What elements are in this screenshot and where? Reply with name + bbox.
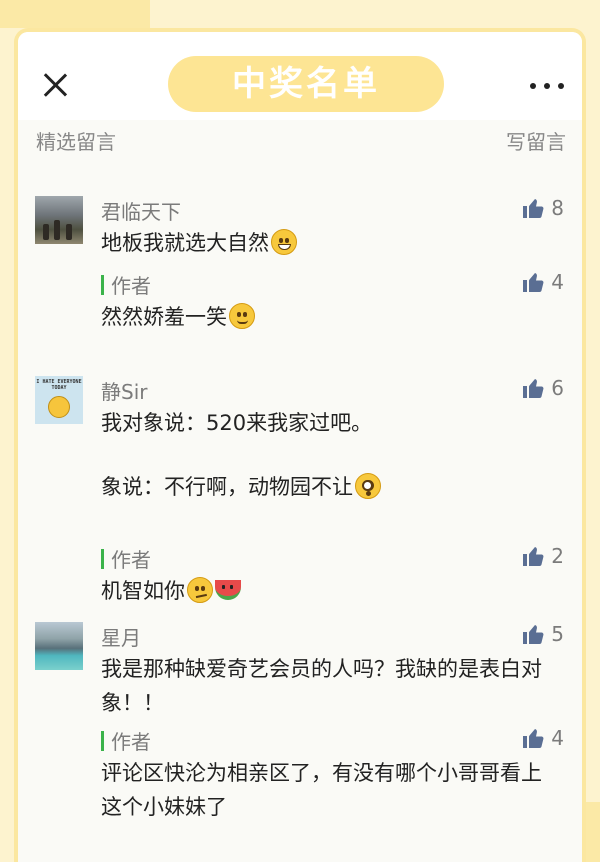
decorative-corner [0, 0, 150, 28]
reply-text-content: 机智如你 [101, 579, 185, 603]
comment-text: 地板我就选大自然 [101, 226, 561, 260]
avatar-caption: I HATE EVERYONE TODAY [36, 379, 82, 391]
thumbs-up-icon [523, 625, 544, 644]
avatar[interactable]: I HATE EVERYONE TODAY [35, 376, 83, 424]
reply-indicator-bar [101, 730, 104, 751]
author-reply-header: 作者 [101, 544, 151, 573]
comment-item: I HATE EVERYONE TODAY 静Sir 6 我对象说：520来我家… [18, 376, 582, 626]
reply-indicator-bar [101, 274, 104, 295]
like-count: 2 [551, 544, 564, 568]
thumbs-up-icon [523, 547, 544, 566]
avatar[interactable] [35, 622, 83, 670]
thumbs-up-icon [523, 199, 544, 218]
like-count: 6 [551, 376, 564, 400]
write-comment-link[interactable]: 写留言 [506, 126, 566, 155]
author-reply-header: 作者 [101, 270, 151, 299]
reply-indicator-bar [101, 548, 104, 569]
reply-text: 机智如你 [101, 574, 561, 608]
comment-text: 我是那种缺爱奇艺会员的人吗？我缺的是表白对象！！ [101, 657, 542, 715]
comment-author: 星月 [101, 626, 141, 650]
more-options-icon[interactable] [530, 82, 564, 90]
page-title: 中奖名单 [168, 56, 444, 112]
comment-item: 星月 5 我是那种缺爱奇艺会员的人吗？我缺的是表白对象！！ 作者 4 评论区快沦… [18, 622, 582, 862]
reply-author-label: 作者 [111, 730, 151, 754]
author-reply-header: 作者 [101, 726, 151, 755]
like-count: 4 [551, 270, 564, 294]
like-count: 8 [551, 196, 564, 220]
like-button[interactable]: 8 [521, 196, 564, 220]
reply-text: 评论区快沦为相亲区了，有没有哪个小哥哥看上这个小妹妹了 [101, 761, 542, 819]
like-button[interactable]: 6 [521, 376, 564, 400]
comment-text-content: 地板我就选大自然 [101, 231, 269, 255]
reply-text-content: 然然娇羞一笑 [101, 305, 227, 329]
close-icon[interactable] [40, 70, 70, 100]
grin-emoji-icon [271, 229, 297, 255]
like-button[interactable]: 2 [521, 544, 564, 568]
thumbs-up-icon [523, 273, 544, 292]
comment-author: 君临天下 [101, 200, 181, 224]
avatar-face-icon [48, 396, 70, 418]
smirk-emoji-icon [187, 577, 213, 603]
avatar[interactable] [35, 196, 83, 244]
like-count: 5 [551, 622, 564, 646]
comment-author: 静Sir [101, 380, 148, 404]
thumbs-up-icon [523, 379, 544, 398]
like-count: 4 [551, 726, 564, 750]
shy-smile-emoji-icon [229, 303, 255, 329]
reply-author-label: 作者 [111, 548, 151, 572]
watermelon-emoji-icon [215, 580, 241, 600]
comments-card: 中奖名单 精选留言 写留言 君临天下 8 地板我就选大自然 作者 4 然然娇羞一… [14, 28, 586, 862]
like-button[interactable]: 5 [521, 622, 564, 646]
flushed-emoji-icon [355, 473, 381, 499]
comment-text-content: 象说：不行啊，动物园不让 [101, 475, 353, 499]
like-button[interactable]: 4 [521, 726, 564, 750]
header-bar: 中奖名单 [18, 32, 582, 120]
comment-text-line: 我对象说：520来我家过吧。 [101, 411, 373, 435]
reply-text: 然然娇羞一笑 [101, 300, 561, 334]
comment-text: 我对象说：520来我家过吧。 象说：不行啊，动物园不让 [101, 406, 561, 504]
comment-text-line: 象说：不行啊，动物园不让 [101, 470, 561, 504]
like-button[interactable]: 4 [521, 270, 564, 294]
reply-author-label: 作者 [111, 274, 151, 298]
thumbs-up-icon [523, 729, 544, 748]
comment-item: 君临天下 8 地板我就选大自然 作者 4 然然娇羞一笑 [18, 196, 582, 376]
featured-comments-label: 精选留言 [36, 130, 116, 154]
